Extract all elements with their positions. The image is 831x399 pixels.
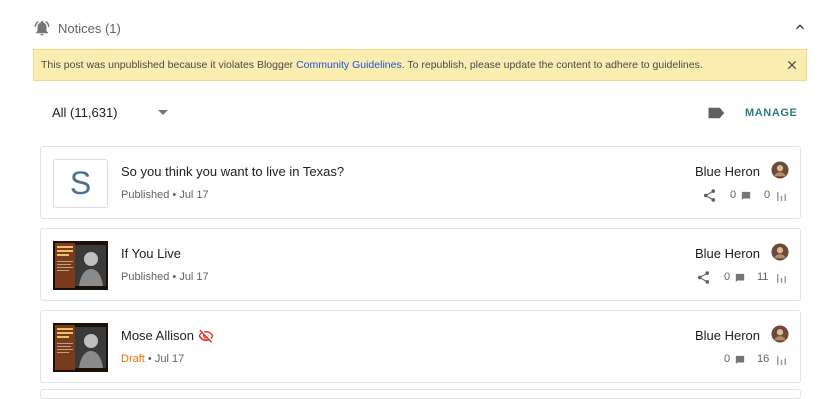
post-date: Jul 17 (154, 353, 185, 365)
post-meta: Published • Jul 17 (121, 271, 209, 283)
post-status: Published (121, 189, 170, 201)
avatar (771, 325, 789, 343)
post-thumbnail (53, 323, 108, 372)
meta-separator: • (172, 271, 177, 283)
post-row[interactable]: Mose Allison Draft • Jul 17 Blue Heron 0… (40, 310, 801, 383)
meta-separator: • (172, 189, 177, 201)
view-count: 0 (764, 189, 771, 201)
dropdown-arrow-icon[interactable] (158, 110, 168, 115)
bar-chart-icon (777, 192, 786, 201)
post-author: Blue Heron (694, 164, 760, 179)
share-icon[interactable] (696, 270, 711, 285)
post-thumbnail: S (53, 159, 108, 208)
close-icon[interactable] (785, 58, 799, 72)
community-guidelines-link[interactable]: Community Guidelines (296, 59, 402, 71)
notices-header[interactable]: Notices (1) (33, 14, 813, 42)
post-stats: 0 11 (696, 269, 787, 287)
bar-chart-icon (777, 356, 786, 365)
banner-text-start: This post was unpublished because it vio… (41, 59, 297, 71)
post-date: Jul 17 (179, 271, 209, 283)
post-meta: Draft • Jul 17 (121, 353, 184, 365)
manage-button[interactable]: MANAGE (745, 107, 798, 119)
notices-title: Notices (1) (58, 21, 121, 36)
avatar (771, 243, 789, 261)
label-icon[interactable] (707, 106, 725, 120)
share-icon[interactable] (702, 188, 717, 203)
banner-text-end: . To republish, please update the conten… (401, 59, 703, 71)
post-filter-dropdown[interactable]: All (11,631) (52, 105, 118, 120)
post-row[interactable]: S So you think you want to live in Texas… (40, 146, 801, 219)
post-status: Draft (121, 353, 145, 365)
post-title[interactable]: If You Live (121, 246, 181, 261)
view-count: 16 (757, 353, 770, 365)
post-author: Blue Heron (694, 328, 760, 343)
post-stats: 0 16 (724, 351, 787, 369)
policy-notice-banner: This post was unpublished because it vio… (33, 49, 807, 81)
view-count: 11 (757, 271, 769, 283)
post-title[interactable]: So you think you want to live in Texas? (121, 164, 344, 179)
comment-count: 0 (730, 189, 737, 201)
banner-message: This post was unpublished because it vio… (41, 59, 703, 71)
comment-count: 0 (724, 271, 731, 283)
post-meta: Published • Jul 17 (121, 189, 209, 201)
bell-icon (34, 20, 50, 36)
chevron-up-icon[interactable] (792, 19, 808, 35)
post-status: Published (121, 271, 170, 283)
comment-icon (735, 355, 745, 365)
bar-chart-icon (777, 274, 786, 283)
visibility-off-icon (198, 329, 214, 343)
post-thumbnail (53, 241, 108, 290)
avatar (771, 161, 789, 179)
post-date: Jul 17 (179, 189, 209, 201)
post-row[interactable] (40, 389, 801, 399)
comment-count: 0 (724, 353, 731, 365)
comment-icon (735, 273, 745, 283)
post-title[interactable]: Mose Allison (121, 328, 194, 343)
post-author: Blue Heron (694, 246, 760, 261)
meta-separator: • (147, 353, 152, 365)
post-row[interactable]: If You Live Published • Jul 17 Blue Hero… (40, 228, 801, 301)
comment-icon (741, 191, 751, 201)
post-stats: 0 0 (702, 187, 787, 205)
